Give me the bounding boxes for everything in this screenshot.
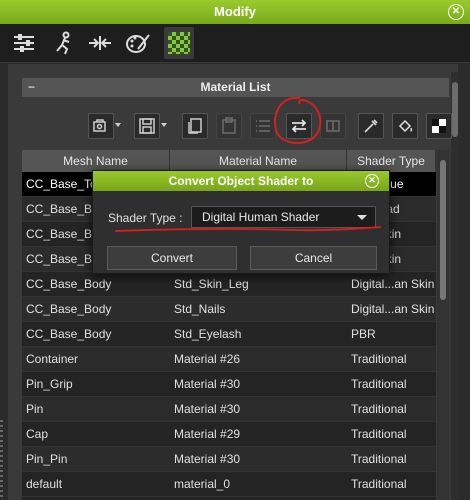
paint-bucket-icon[interactable] bbox=[392, 113, 418, 139]
mesh-name-cell: Pin_Pin bbox=[26, 452, 68, 466]
convert-shader-dialog: Convert Object Shader to ✕ Shader Type :… bbox=[92, 170, 390, 274]
material-name-cell: Material #30 bbox=[174, 452, 241, 466]
mesh-name-cell: default bbox=[26, 477, 63, 491]
table-row[interactable]: Pin Material #30 Traditional bbox=[22, 397, 436, 422]
shader-type-cell: Traditional bbox=[351, 377, 407, 391]
resize-grip[interactable] bbox=[0, 420, 3, 500]
material-name-cell: Std_Skin_Leg bbox=[174, 277, 249, 291]
window-titlebar: Modify ✕ bbox=[0, 0, 470, 24]
close-icon[interactable]: ✕ bbox=[448, 4, 464, 20]
material-name-cell: Std_Eyelash bbox=[174, 327, 242, 341]
col-shader-type[interactable]: Shader Type bbox=[347, 150, 436, 172]
material-name-cell: Material #30 bbox=[174, 402, 241, 416]
load-material-icon[interactable] bbox=[88, 113, 121, 139]
shader-type-value: Digital Human Shader bbox=[202, 210, 320, 224]
mesh-name-cell: Pin_Grip bbox=[26, 377, 73, 391]
transform-icon[interactable] bbox=[86, 29, 114, 57]
window-title: Modify bbox=[214, 4, 256, 19]
paste-icon[interactable] bbox=[216, 113, 242, 139]
mesh-name-cell: Pin bbox=[26, 402, 44, 416]
table-row[interactable]: CC_Base_Body Std_Nails Digital...an Skin bbox=[22, 297, 436, 322]
col-material-name[interactable]: Material Name bbox=[170, 150, 347, 172]
modify-tabs bbox=[0, 24, 470, 63]
material-brush-icon[interactable] bbox=[124, 29, 152, 57]
convert-shader-icon[interactable] bbox=[286, 113, 312, 139]
material-name-cell: Material #29 bbox=[174, 427, 241, 441]
eyedropper-icon[interactable] bbox=[358, 113, 384, 139]
list-icon[interactable] bbox=[250, 113, 276, 139]
dialog-title: Convert Object Shader to bbox=[168, 174, 314, 188]
table-header: Mesh Name Material Name Shader Type bbox=[22, 150, 436, 172]
save-material-icon[interactable] bbox=[134, 113, 167, 139]
table-row[interactable]: Pin_Grip Material #30 Traditional bbox=[22, 372, 436, 397]
collapse-icon[interactable]: − bbox=[28, 78, 35, 97]
section-title: Material List bbox=[200, 80, 271, 94]
shader-type-cell: Digital...an Skin bbox=[351, 302, 435, 316]
mesh-name-cell: Container bbox=[26, 352, 79, 366]
motion-icon[interactable] bbox=[50, 29, 78, 57]
table-row[interactable]: CC_Base_Body Std_Eyelash PBR bbox=[22, 322, 436, 347]
shader-type-cell: Traditional bbox=[351, 352, 407, 366]
swap-icon[interactable] bbox=[320, 113, 346, 139]
mesh-name-cell: Cap bbox=[26, 427, 49, 441]
checkerboard-icon[interactable] bbox=[426, 113, 452, 139]
shader-type-cell: Traditional bbox=[351, 452, 407, 466]
table-row[interactable]: CC_Base_Body Std_Skin_Leg Digital...an Ski… bbox=[22, 272, 436, 297]
copy-icon[interactable] bbox=[182, 113, 208, 139]
shader-type-cell: Traditional bbox=[351, 402, 407, 416]
material-name-cell: Material #26 bbox=[174, 352, 241, 366]
material-name-cell: material_0 bbox=[174, 477, 231, 491]
dialog-titlebar: Convert Object Shader to ✕ bbox=[93, 171, 389, 191]
close-icon[interactable]: ✕ bbox=[365, 174, 379, 188]
shader-type-cell: Traditional bbox=[351, 427, 407, 441]
mesh-name-cell: CC_Base_Body bbox=[26, 327, 112, 341]
shader-type-select[interactable]: Digital Human Shader bbox=[191, 206, 376, 228]
col-mesh-name[interactable]: Mesh Name bbox=[22, 150, 170, 172]
table-row[interactable]: Container Material #26 Traditional bbox=[22, 347, 436, 372]
chevron-down-icon bbox=[357, 215, 367, 220]
table-row[interactable]: Cap Material #29 Traditional bbox=[22, 422, 436, 447]
mesh-name-cell: CC_Base_Body bbox=[26, 277, 112, 291]
table-scrollbar[interactable] bbox=[437, 150, 449, 500]
material-list-header[interactable]: − Material List bbox=[22, 78, 449, 97]
sliders-icon[interactable] bbox=[10, 29, 38, 57]
table-row[interactable]: default material_0 Traditional bbox=[22, 472, 436, 497]
shader-type-cell: Digital...an Skin bbox=[351, 277, 435, 291]
mesh-name-cell: CC_Base_Body bbox=[26, 302, 112, 316]
shader-type-cell: Traditional bbox=[351, 477, 407, 491]
cancel-button[interactable]: Cancel bbox=[250, 246, 377, 270]
panel-scrollbar[interactable] bbox=[451, 72, 459, 500]
shader-type-cell: PBR bbox=[351, 327, 376, 341]
material-name-cell: Std_Nails bbox=[174, 302, 226, 316]
shader-type-label: Shader Type : bbox=[108, 211, 183, 225]
convert-button[interactable]: Convert bbox=[107, 246, 237, 270]
checker-texture-icon[interactable] bbox=[164, 27, 194, 59]
material-name-cell: Material #30 bbox=[174, 377, 241, 391]
table-row[interactable]: Pin_Pin Material #30 Traditional bbox=[22, 447, 436, 472]
